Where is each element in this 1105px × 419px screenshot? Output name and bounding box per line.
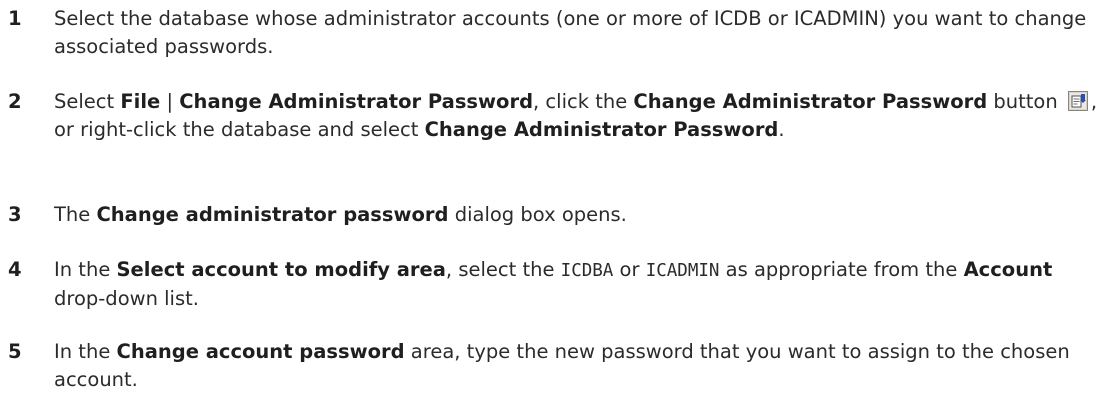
step-number: 3 — [8, 203, 22, 226]
area-name-change-account-password: Change account password — [116, 340, 405, 363]
code-icadmin: ICADMIN — [645, 261, 720, 281]
dialog-name: Change administrator password — [96, 203, 449, 226]
code-icdba: ICDBA — [560, 261, 614, 281]
step-text: In the Change account password area, typ… — [54, 340, 1070, 391]
change-password-toolbar-icon — [1067, 91, 1088, 111]
step-text: Select File | Change Administrator Passw… — [54, 90, 1098, 141]
area-name-select-account: Select account to modify area — [116, 258, 446, 281]
menu-change-administrator-password-context: Change Administrator Password — [424, 118, 779, 141]
step-text: The Change administrator password dialog… — [54, 203, 627, 226]
step-number: 5 — [8, 340, 22, 363]
menu-change-administrator-password: Change Administrator Password — [179, 90, 534, 113]
step-number: 1 — [8, 7, 22, 30]
step-text: Select the database whose administrator … — [54, 7, 1087, 58]
button-name-change-administrator-password: Change Administrator Password — [633, 90, 988, 113]
step-text: In the Select account to modify area, se… — [54, 258, 1053, 310]
menu-file: File — [120, 90, 161, 113]
step-number: 4 — [8, 258, 22, 281]
procedure-steps: 1 Select the database whose administrato… — [0, 0, 1105, 419]
field-name-account: Account — [963, 258, 1053, 281]
step-number: 2 — [8, 90, 22, 113]
